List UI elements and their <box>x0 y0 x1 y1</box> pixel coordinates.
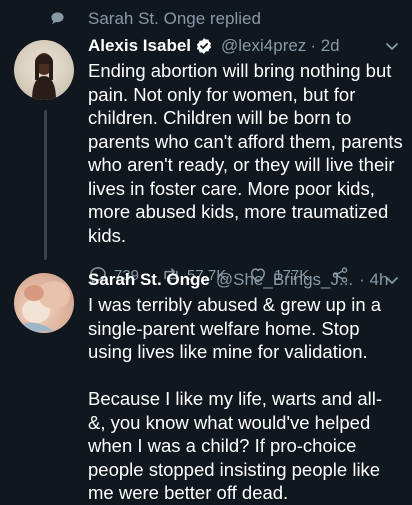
avatar-photo <box>18 281 70 333</box>
reply-context: Sarah St. Onge replied <box>51 9 261 29</box>
chat-bubble-icon <box>51 12 64 25</box>
reply-context-text: Sarah St. Onge replied <box>88 9 261 28</box>
tweet[interactable]: Alexis Isabel @lexi4prez · 2d Ending abo… <box>88 34 404 285</box>
chevron-down-icon[interactable] <box>384 38 400 54</box>
tweet-header: Sarah St. Onge @She_Brings_J... · 4h <box>88 268 404 292</box>
author-name[interactable]: Sarah St. Onge <box>88 268 210 292</box>
avatar[interactable] <box>14 273 74 333</box>
timestamp[interactable]: · 2d <box>310 34 339 58</box>
tweet[interactable]: Sarah St. Onge @She_Brings_J... · 4h I w… <box>88 268 404 505</box>
tweet-text: I was terribly abused & grew up in a sin… <box>88 294 383 503</box>
author-name[interactable]: Alexis Isabel <box>88 34 191 58</box>
author-handle[interactable]: @lexi4prez <box>221 34 306 58</box>
tweet-header: Alexis Isabel @lexi4prez · 2d <box>88 34 404 58</box>
tweet-text: Ending abortion will bring nothing but p… <box>88 60 403 246</box>
verified-badge-icon <box>196 38 212 54</box>
author-handle[interactable]: @She_Brings_J... <box>216 268 353 292</box>
chevron-down-icon[interactable] <box>384 272 400 288</box>
avatar[interactable] <box>14 40 74 100</box>
thread-line <box>44 110 47 260</box>
avatar-photo <box>32 53 56 100</box>
